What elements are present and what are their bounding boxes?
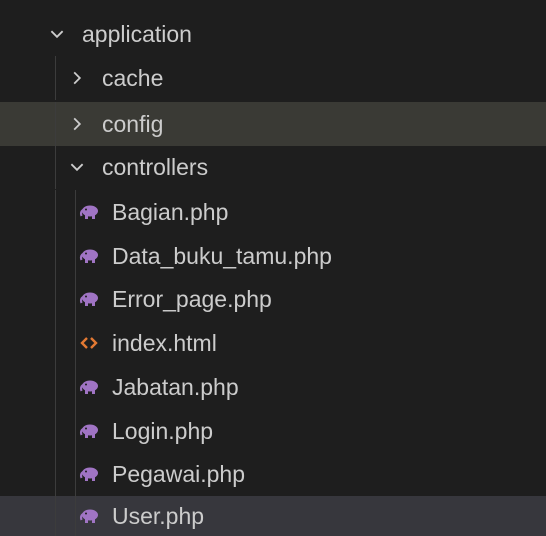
- file-label: Login.php: [112, 417, 214, 444]
- indent-guide: [75, 452, 76, 496]
- indent-guide: [55, 321, 56, 365]
- indent-guide: [55, 452, 56, 496]
- file-label: index.html: [112, 329, 217, 356]
- chevron-right-icon: [68, 69, 86, 87]
- file-item[interactable]: Error_page.php: [0, 277, 546, 321]
- folder-label: application: [82, 20, 192, 47]
- file-label: Error_page.php: [112, 285, 272, 312]
- indent-guide: [75, 365, 76, 409]
- file-label: User.php: [112, 502, 205, 529]
- file-item[interactable]: Jabatan.php: [0, 365, 546, 409]
- indent-guide: [55, 496, 56, 536]
- indent-guide: [55, 365, 56, 409]
- folder-label: controllers: [102, 153, 209, 180]
- indent-guide: [75, 496, 76, 536]
- file-item[interactable]: User.php: [0, 496, 546, 536]
- indent-guide: [55, 234, 56, 278]
- indent-guide: [75, 234, 76, 278]
- folder-controllers[interactable]: controllers: [0, 145, 546, 189]
- php-elephant-icon: [78, 463, 100, 485]
- indent-guide: [75, 409, 76, 453]
- indent-guide: [55, 409, 56, 453]
- file-explorer: application cache config controllers Bag…: [0, 0, 546, 536]
- php-elephant-icon: [78, 288, 100, 310]
- php-elephant-icon: [78, 201, 100, 223]
- indent-guide: [55, 145, 56, 189]
- indent-guide: [75, 321, 76, 365]
- folder-label: cache: [102, 64, 164, 91]
- file-item[interactable]: Bagian.php: [0, 190, 546, 234]
- file-label: Bagian.php: [112, 198, 229, 225]
- chevron-down-icon: [48, 25, 66, 43]
- file-item[interactable]: Data_buku_tamu.php: [0, 234, 546, 278]
- indent-guide: [55, 102, 56, 146]
- file-item[interactable]: index.html: [0, 321, 546, 365]
- php-elephant-icon: [78, 245, 100, 267]
- file-label: Jabatan.php: [112, 373, 239, 400]
- php-elephant-icon: [78, 376, 100, 398]
- indent-guide: [55, 56, 56, 100]
- folder-cache[interactable]: cache: [0, 56, 546, 100]
- php-elephant-icon: [78, 505, 100, 527]
- file-item[interactable]: Pegawai.php: [0, 452, 546, 496]
- html-code-icon: [78, 332, 100, 354]
- file-label: Data_buku_tamu.php: [112, 242, 332, 269]
- chevron-down-icon: [68, 158, 86, 176]
- indent-guide: [55, 277, 56, 321]
- folder-application[interactable]: application: [0, 12, 546, 56]
- folder-config[interactable]: config: [0, 102, 546, 146]
- folder-label: config: [102, 110, 164, 137]
- indent-guide: [75, 190, 76, 234]
- indent-guide: [75, 277, 76, 321]
- file-item[interactable]: Login.php: [0, 409, 546, 453]
- php-elephant-icon: [78, 420, 100, 442]
- indent-guide: [55, 190, 56, 234]
- file-label: Pegawai.php: [112, 460, 245, 487]
- chevron-right-icon: [68, 115, 86, 133]
